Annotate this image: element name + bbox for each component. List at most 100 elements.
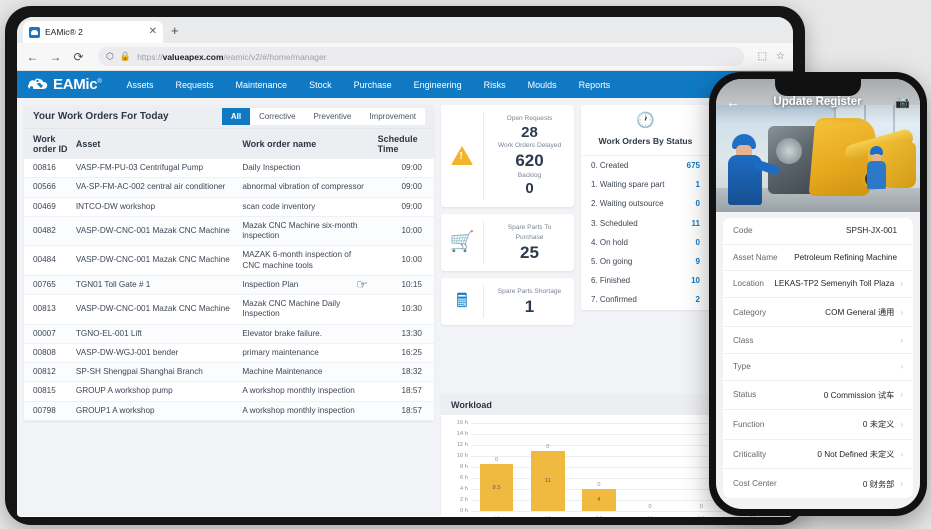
- tab-corrective[interactable]: Corrective: [250, 108, 305, 125]
- status-label: 0. Created: [591, 161, 629, 171]
- forward-icon[interactable]: →: [48, 51, 63, 63]
- table-row[interactable]: 00482 VASP-DW-CNC-001 Mazak CNC Machine Ma…: [24, 216, 434, 247]
- extensions-icon[interactable]: ⬚: [758, 51, 767, 62]
- bar-group[interactable]: 11 0: [530, 423, 565, 511]
- form-row[interactable]: Criticality 0 Not Defined 未定义 ›: [723, 440, 913, 470]
- status-row[interactable]: 7. Confirmed 2: [581, 290, 710, 309]
- y-axis-tick: 0 h: [459, 508, 468, 514]
- tab-improvement[interactable]: Improvement: [360, 108, 425, 125]
- tab-all[interactable]: All: [221, 108, 251, 125]
- field-label: Asset Name: [733, 252, 778, 262]
- work-order-time: 16:25: [373, 343, 434, 364]
- work-order-time: 18:32: [373, 362, 434, 383]
- nav-item-moulds[interactable]: Moulds: [517, 80, 568, 90]
- form-row[interactable]: Cost Center 0 财务部 ›: [723, 469, 913, 498]
- nav-item-assets[interactable]: Assets: [115, 80, 164, 90]
- work-order-name: A workshop monthly inspection: [238, 401, 374, 421]
- form-row[interactable]: Status 0 Commission 试车 ›: [723, 381, 913, 411]
- alerts-kpi-card[interactable]: Open Requests 28 Work Orders Delayed 620…: [441, 105, 574, 207]
- form-row[interactable]: Location LEKAS-TP2 Semenyih Toll Plaza ›: [723, 271, 913, 298]
- address-bar[interactable]: ⬡ 🔒 https://valueapex.com/eamic/v2/#/hom…: [98, 47, 744, 66]
- x-axis-tick: 18: [480, 516, 514, 517]
- spare-parts-shortage-body: Spare Parts Shortage 1: [483, 285, 574, 319]
- browser-tab[interactable]: EAMic® 2 ✕: [23, 21, 163, 43]
- nav-item-engineering[interactable]: Engineering: [403, 80, 473, 90]
- status-row[interactable]: 3. Scheduled 11: [581, 214, 710, 233]
- status-label: 1. Waiting spare part: [591, 180, 665, 190]
- status-list: 0. Created 675 1. Waiting spare part 1 2. Wa…: [581, 156, 710, 310]
- status-row[interactable]: 6. Finished 10: [581, 271, 710, 290]
- bookmark-star-icon[interactable]: ☆: [776, 51, 785, 62]
- nav-item-maintenance[interactable]: Maintenance: [225, 80, 299, 90]
- status-card-title: Work Orders By Status: [598, 136, 693, 146]
- status-label: 5. On going: [591, 257, 633, 267]
- table-row[interactable]: 00812 SP-SH Shengpai Shanghai Branch Machi…: [24, 362, 434, 383]
- new-tab-button[interactable]: +: [171, 24, 179, 37]
- back-arrow-icon[interactable]: ←: [726, 95, 740, 109]
- work-orders-status-card: 🕐 Work Orders By Status 0. Created 675 1. …: [581, 105, 710, 310]
- spare-parts-purchase-card[interactable]: 🛒 Spare Parts To Purchase 25: [441, 213, 574, 272]
- camera-icon[interactable]: 📷: [895, 96, 910, 108]
- table-row[interactable]: 00816 VASP-FM-PU-03 Centrifugal Pump Daily…: [24, 159, 434, 179]
- spare-parts-shortage-card[interactable]: 🖩 Spare Parts Shortage 1: [441, 278, 574, 326]
- eamic-logo[interactable]: EAMic®: [27, 76, 102, 93]
- work-order-time: 18:57: [373, 401, 434, 421]
- status-row[interactable]: 5. On going 9: [581, 252, 710, 271]
- status-label: 7. Confirmed: [591, 295, 637, 305]
- work-order-name: abnormal vibration of compressor: [238, 177, 374, 198]
- nav-item-reports[interactable]: Reports: [568, 80, 622, 90]
- clock-icon: 🕐: [636, 112, 655, 129]
- status-row[interactable]: 0. Created 675: [581, 156, 710, 175]
- shield-icon: ⬡: [106, 51, 114, 61]
- work-order-id: 00482: [24, 216, 72, 247]
- work-orders-delayed-value: 620: [515, 151, 544, 171]
- asset-detail-form: Code SPSH-JX-001 Asset Name Petroleum Refin…: [723, 218, 913, 498]
- field-label: Location: [733, 279, 764, 289]
- table-row[interactable]: 00566 VA-SP-FM-AC-002 central air conditi…: [24, 177, 434, 198]
- status-row[interactable]: 2. Waiting outsource 0: [581, 194, 710, 213]
- form-row[interactable]: Category COM General 通用 ›: [723, 298, 913, 328]
- chevron-right-icon: ›: [900, 449, 903, 459]
- phone-page-title: Update Register: [773, 96, 862, 108]
- back-icon[interactable]: ←: [25, 51, 40, 63]
- work-orders-column: Your Work Orders For Today All Correctiv…: [24, 105, 434, 509]
- table-row[interactable]: 00815 GROUP A workshop pump A workshop mon…: [24, 381, 434, 402]
- shopping-cart-icon: 🛒: [449, 231, 475, 254]
- tab-preventive[interactable]: Preventive: [304, 108, 361, 125]
- nav-item-requests[interactable]: Requests: [164, 80, 224, 90]
- work-order-time: 09:00: [373, 177, 434, 198]
- y-axis-tick: 16 h: [456, 420, 468, 426]
- work-orders-table-body: 00816 VASP-FM-PU-03 Centrifugal Pump Daily…: [24, 159, 434, 421]
- table-row[interactable]: 00798 GROUP1 A workshop A workshop monthly…: [24, 401, 434, 421]
- work-orders-header: Your Work Orders For Today All Correctiv…: [24, 105, 434, 129]
- field-label: Category: [733, 307, 767, 317]
- table-row[interactable]: 00765 TGN01 Toll Gate # 1 Inspection Plan 1…: [24, 275, 434, 296]
- favicon-icon: [29, 26, 40, 38]
- form-row[interactable]: Asset Name Petroleum Refining Machine: [723, 245, 913, 272]
- form-row[interactable]: Code SPSH-JX-001: [723, 218, 913, 245]
- work-order-asset: GROUP1 A workshop: [71, 401, 239, 421]
- work-order-name: A workshop monthly inspection: [238, 381, 374, 402]
- bar-group[interactable]: 8.5 0: [479, 423, 514, 511]
- bar-top-label: 0: [494, 457, 499, 464]
- work-order-asset: TGNO-EL-001 Lift: [71, 324, 239, 344]
- form-row[interactable]: Class ›: [723, 327, 913, 354]
- table-row[interactable]: 00484 VASP-DW-CNC-001 Mazak CNC Machine MA…: [24, 245, 434, 276]
- spare-parts-shortage-label: Spare Parts Shortage: [497, 288, 562, 296]
- status-row[interactable]: 4. On hold 0: [581, 233, 710, 252]
- nav-item-stock[interactable]: Stock: [298, 80, 343, 90]
- bar-group[interactable]: 40: [582, 423, 616, 511]
- bar-group[interactable]: 0: [633, 423, 667, 511]
- form-row[interactable]: Type ›: [723, 354, 913, 381]
- table-row[interactable]: 00808 VASP-DW-WGJ-001 bender primary maint…: [24, 343, 434, 364]
- status-count: 11: [691, 218, 700, 228]
- table-row[interactable]: 00007 TGNO-EL-001 Lift Elevator brake fail…: [24, 324, 434, 344]
- close-icon[interactable]: ✕: [149, 27, 157, 37]
- nav-item-purchase[interactable]: Purchase: [343, 80, 403, 90]
- nav-item-risks[interactable]: Risks: [473, 80, 517, 90]
- status-row[interactable]: 1. Waiting spare part 1: [581, 175, 710, 194]
- reload-icon[interactable]: ⟳: [71, 51, 86, 63]
- form-row[interactable]: Function 0 未定义 ›: [723, 410, 913, 440]
- table-row[interactable]: 00813 VASP-DW-CNC-001 Mazak CNC Machine Ma…: [24, 294, 434, 325]
- table-row[interactable]: 00469 INTCO-DW workshop scan code inventor…: [24, 197, 434, 217]
